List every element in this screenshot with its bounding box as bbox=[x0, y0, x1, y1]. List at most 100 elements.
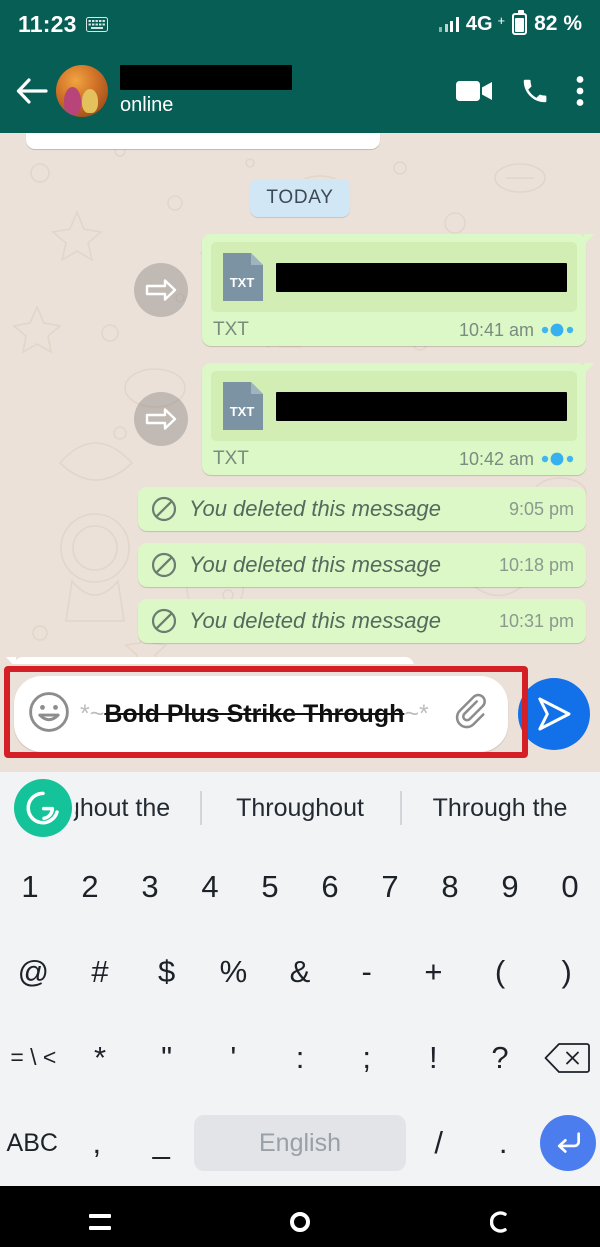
presence-label: online bbox=[120, 93, 174, 116]
forward-arrow-icon[interactable] bbox=[134, 392, 188, 446]
format-marker-open: *~ bbox=[80, 700, 105, 728]
key-3[interactable]: 3 bbox=[120, 844, 180, 930]
key-hash[interactable]: # bbox=[67, 930, 134, 1016]
key-at[interactable]: @ bbox=[0, 930, 67, 1016]
key-more-symbols[interactable]: = \ < bbox=[0, 1015, 67, 1101]
key-9[interactable]: 9 bbox=[480, 844, 540, 930]
key-open-paren[interactable]: ( bbox=[467, 930, 534, 1016]
key-period[interactable]: . bbox=[471, 1101, 536, 1187]
key-5[interactable]: 5 bbox=[240, 844, 300, 930]
message-row: TXT TXT 10:41 am bbox=[14, 234, 594, 346]
key-spacebar[interactable]: English bbox=[193, 1101, 407, 1187]
key-1[interactable]: 1 bbox=[0, 844, 60, 930]
grammarly-icon[interactable] bbox=[14, 779, 72, 837]
key-abc-switch[interactable]: ABC bbox=[0, 1101, 65, 1187]
contact-info[interactable]: online bbox=[120, 64, 456, 117]
back-arrow-icon[interactable] bbox=[10, 69, 54, 113]
key-question[interactable]: ? bbox=[467, 1015, 534, 1101]
send-icon bbox=[538, 697, 571, 731]
backspace-icon[interactable] bbox=[533, 1015, 600, 1101]
key-hyphen[interactable]: - bbox=[333, 930, 400, 1016]
message-input-text[interactable]: *~Bold Plus Strike Through~* bbox=[80, 698, 446, 730]
messages-container: TODAY TXT TXT 10:41 am TXT TXT 10:42 am … bbox=[0, 133, 600, 664]
formatted-message-text: Bold Plus Strike Through bbox=[104, 700, 405, 728]
document-message-bubble[interactable]: TXT TXT 10:42 am bbox=[202, 363, 594, 475]
emoji-smiley-icon[interactable] bbox=[26, 689, 72, 740]
phone-screen: 11:23 4G + 82 % online TODAY TXT TXT 10:… bbox=[0, 0, 600, 1247]
on-screen-keyboard[interactable]: roughout the Throughout Through the 1 2 … bbox=[0, 772, 600, 1186]
blocked-icon bbox=[151, 552, 177, 578]
key-7[interactable]: 7 bbox=[360, 844, 420, 930]
video-call-icon[interactable] bbox=[456, 78, 494, 104]
deleted-message-bubble[interactable]: You deleted this message 9:05 pm bbox=[138, 487, 586, 531]
bubble-footer: TXT 10:41 am bbox=[211, 319, 577, 341]
key-slash[interactable]: / bbox=[406, 1101, 471, 1187]
day-divider-chip: TODAY bbox=[250, 179, 350, 217]
svg-text:TXT: TXT bbox=[230, 275, 255, 290]
txt-file-icon: TXT bbox=[223, 382, 263, 430]
chat-message-list[interactable]: 42 TODAY bbox=[0, 133, 600, 664]
document-preview[interactable]: TXT bbox=[211, 242, 577, 312]
enter-key-icon bbox=[539, 1115, 596, 1172]
status-clock: 11:23 bbox=[18, 10, 77, 37]
network-type-label: 4G bbox=[465, 12, 493, 35]
key-dollar[interactable]: $ bbox=[133, 930, 200, 1016]
key-plus[interactable]: + bbox=[400, 930, 467, 1016]
key-2[interactable]: 2 bbox=[60, 844, 120, 930]
key-4[interactable]: 4 bbox=[180, 844, 240, 930]
chat-header: online bbox=[0, 48, 600, 133]
key-enter[interactable] bbox=[535, 1101, 600, 1187]
message-input-pill[interactable]: *~Bold Plus Strike Through~* bbox=[14, 676, 508, 752]
message-timestamp: 10:42 am bbox=[458, 448, 534, 469]
key-close-paren[interactable]: ) bbox=[533, 930, 600, 1016]
back-nav-icon[interactable] bbox=[400, 1211, 600, 1233]
keyboard-row-symbols-1: @ # $ % & - + ( ) bbox=[0, 930, 600, 1016]
battery-icon bbox=[512, 10, 528, 35]
partial-message-bubble[interactable] bbox=[26, 133, 380, 149]
day-divider-row: TODAY bbox=[14, 179, 586, 217]
key-percent[interactable]: % bbox=[200, 930, 267, 1016]
blocked-icon bbox=[151, 496, 177, 522]
key-8[interactable]: 8 bbox=[420, 844, 480, 930]
document-message-bubble[interactable]: TXT TXT 10:41 am bbox=[202, 234, 594, 346]
message-timestamp: 10:18 pm bbox=[498, 554, 574, 575]
avatar[interactable] bbox=[56, 64, 108, 117]
deleted-message-text: You deleted this message bbox=[189, 608, 441, 633]
more-options-icon[interactable] bbox=[576, 75, 584, 107]
suggestion-item[interactable]: Throughout bbox=[200, 794, 400, 823]
paperclip-icon[interactable] bbox=[454, 692, 494, 737]
suggestion-item[interactable]: Through the bbox=[400, 794, 600, 823]
key-asterisk[interactable]: * bbox=[67, 1015, 134, 1101]
status-bar: 11:23 4G + 82 % bbox=[0, 0, 600, 48]
deleted-message-text: You deleted this message bbox=[189, 552, 441, 577]
battery-percent-label: 82 % bbox=[534, 12, 582, 35]
document-preview[interactable]: TXT bbox=[211, 371, 577, 441]
deleted-message-bubble[interactable]: You deleted this message 10:31 pm bbox=[138, 599, 586, 643]
key-colon[interactable]: : bbox=[267, 1015, 334, 1101]
key-ampersand[interactable]: & bbox=[267, 930, 334, 1016]
key-underscore[interactable]: _ bbox=[129, 1101, 194, 1187]
key-exclamation[interactable]: ! bbox=[400, 1015, 467, 1101]
deleted-message-bubble[interactable]: You deleted this message 10:18 pm bbox=[138, 543, 586, 587]
forward-arrow-icon[interactable] bbox=[134, 263, 188, 317]
recents-icon[interactable] bbox=[0, 1214, 200, 1230]
home-icon[interactable] bbox=[200, 1212, 400, 1232]
key-double-quote[interactable]: " bbox=[133, 1015, 200, 1101]
key-semicolon[interactable]: ; bbox=[333, 1015, 400, 1101]
message-timestamp: 9:05 pm bbox=[508, 498, 574, 519]
key-0[interactable]: 0 bbox=[540, 844, 600, 930]
send-button[interactable] bbox=[518, 678, 590, 750]
document-name-redacted bbox=[276, 391, 567, 421]
message-timestamp: 10:41 am bbox=[458, 319, 534, 340]
key-6[interactable]: 6 bbox=[300, 844, 360, 930]
blocked-icon bbox=[151, 608, 177, 634]
status-bar-right: 4G + 82 % bbox=[439, 10, 582, 36]
key-comma[interactable]: , bbox=[65, 1101, 130, 1187]
deleted-message-bubble-incoming[interactable]: This message was deleted 10:31 pm bbox=[6, 657, 414, 664]
document-type-label: TXT bbox=[213, 448, 249, 469]
phone-call-icon[interactable] bbox=[520, 76, 550, 106]
message-row: TXT TXT 10:42 am bbox=[14, 363, 594, 475]
key-single-quote[interactable]: ' bbox=[200, 1015, 267, 1101]
spacebar-language-label: English bbox=[193, 1115, 407, 1172]
keyboard-row-numbers: 1 2 3 4 5 6 7 8 9 0 bbox=[0, 844, 600, 930]
